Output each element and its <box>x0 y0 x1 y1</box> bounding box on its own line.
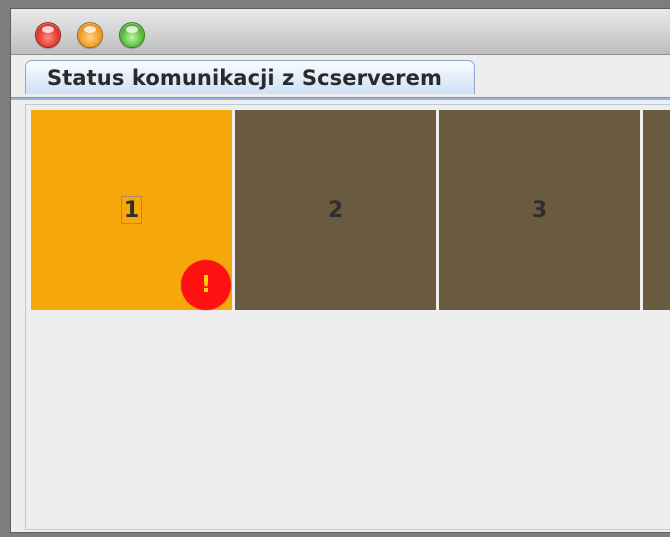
warning-icon: ! <box>181 260 231 310</box>
status-tiles: 1 ! 2 3 <box>31 110 670 310</box>
tab-status-communication[interactable]: Status komunikacji z Scserverem <box>25 60 475 94</box>
status-tile-3[interactable]: 3 <box>439 110 640 310</box>
tab-baseline <box>11 97 670 100</box>
zoom-icon[interactable] <box>119 22 145 48</box>
title-bar <box>11 9 670 55</box>
close-icon[interactable] <box>35 22 61 48</box>
status-panel: 1 ! 2 3 <box>25 104 670 530</box>
tile-label-1: 1 <box>120 196 143 224</box>
status-tile-1[interactable]: 1 ! <box>31 110 232 310</box>
tile-label-2: 2 <box>327 197 344 223</box>
warning-mark: ! <box>200 272 212 298</box>
application-window: Status komunikacji z Scserverem 1 ! 2 3 <box>10 8 670 533</box>
tab-bar: Status komunikacji z Scserverem <box>11 56 670 101</box>
minimize-icon[interactable] <box>77 22 103 48</box>
status-tile-2[interactable]: 2 <box>235 110 436 310</box>
tile-label-3: 3 <box>531 197 548 223</box>
status-tile-4[interactable] <box>643 110 670 310</box>
tab-label: Status komunikacji z Scserverem <box>47 65 442 90</box>
